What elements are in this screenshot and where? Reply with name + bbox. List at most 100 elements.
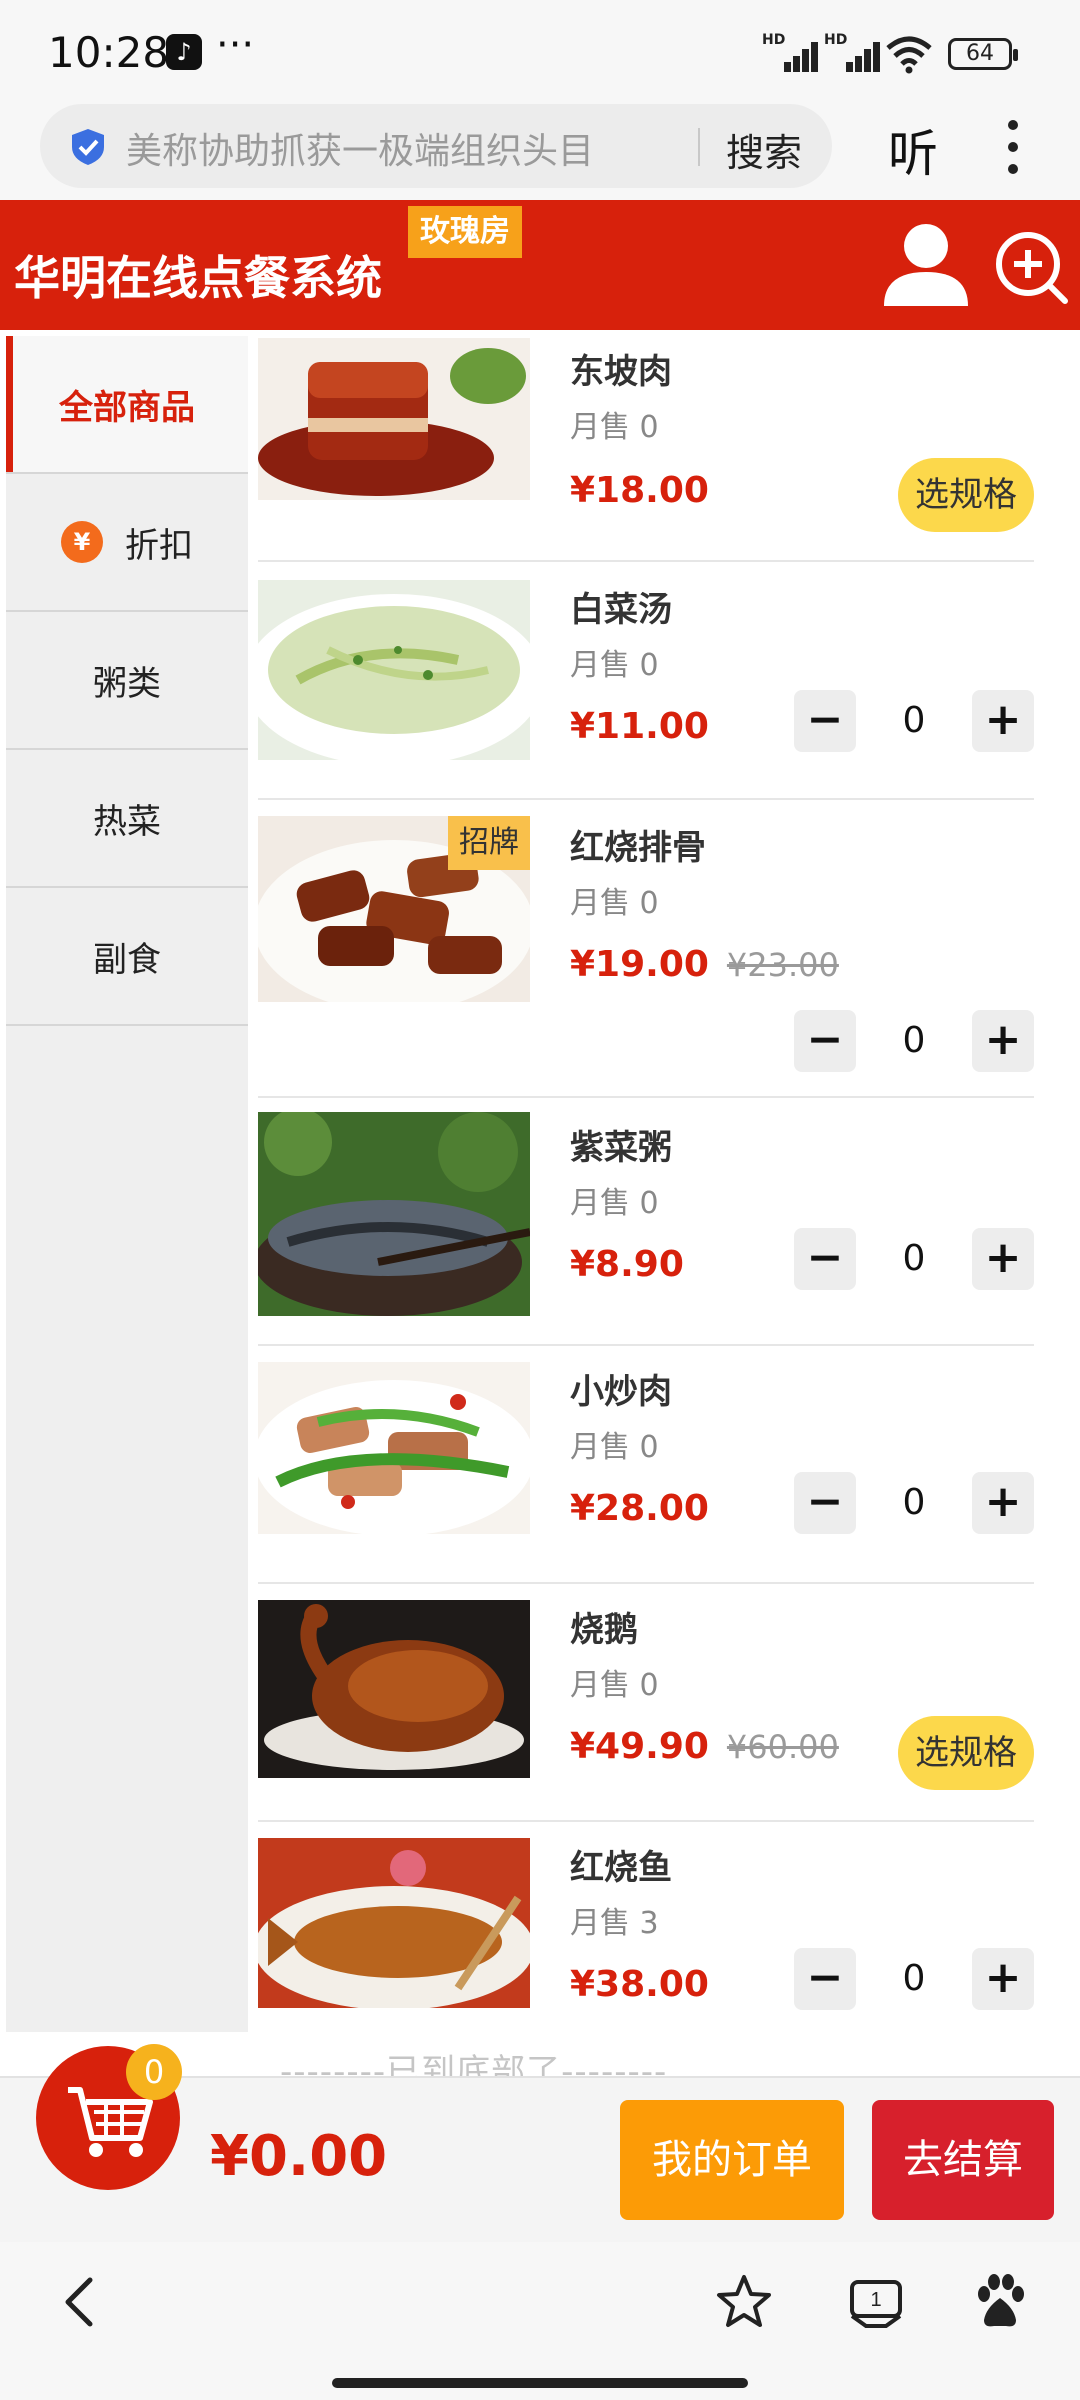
original-price: ¥60.00	[726, 1728, 839, 1766]
address-divider	[698, 128, 700, 166]
product-item: 紫菜粥 月售 0 ¥8.90 − 0 +	[258, 1098, 1034, 1346]
search-button[interactable]: 搜索	[726, 122, 802, 177]
product-price-value: ¥49.90	[570, 1726, 709, 1767]
tabs-icon[interactable]: 1	[846, 2272, 906, 2332]
increase-button[interactable]: +	[972, 1010, 1034, 1072]
user-icon[interactable]	[882, 222, 970, 306]
quantity-stepper: − 0 +	[794, 1228, 1034, 1290]
product-name: 烧鹅	[570, 1610, 638, 1650]
product-monthly-sales: 月售 0	[570, 410, 659, 445]
select-spec-button[interactable]: 选规格	[898, 458, 1034, 532]
decrease-button[interactable]: −	[794, 1228, 856, 1290]
product-monthly-sales: 月售 0	[570, 648, 659, 683]
category-side-dishes[interactable]: 副食	[6, 888, 248, 1026]
increase-button[interactable]: +	[972, 1948, 1034, 2010]
category-discount[interactable]: ¥ 折扣	[6, 474, 248, 612]
room-badge: 玫瑰房	[408, 206, 522, 258]
home-indicator[interactable]	[332, 2378, 748, 2388]
product-item: 红烧鱼 月售 3 ¥38.00 − 0 +	[258, 1822, 1034, 2032]
status-more-icon: ···	[216, 22, 255, 68]
product-monthly-sales: 月售 0	[570, 1186, 659, 1221]
product-item: 东坡肉 月售 0 ¥18.00 选规格	[258, 336, 1034, 562]
decrease-button[interactable]: −	[794, 1472, 856, 1534]
signal-hd-label: HD	[762, 32, 786, 48]
quantity-value: 0	[902, 1020, 926, 1061]
app-header: 华明在线点餐系统 玫瑰房	[0, 200, 1080, 330]
status-bar: 10:28 ♪ ··· HD HD 64	[0, 0, 1080, 100]
svg-text:1: 1	[870, 2289, 881, 2311]
quantity-stepper: − 0 +	[794, 1010, 1034, 1072]
quantity-stepper: − 0 +	[794, 690, 1034, 752]
product-price: ¥28.00	[570, 1488, 709, 1529]
app-title: 华明在线点餐系统	[14, 251, 382, 305]
category-porridge[interactable]: 粥类	[6, 612, 248, 750]
product-item: 烧鹅 月售 0 ¥49.90 ¥60.00 选规格	[258, 1584, 1034, 1822]
wifi-icon	[886, 36, 932, 74]
product-name: 小炒肉	[570, 1372, 672, 1412]
discount-icon: ¥	[61, 521, 103, 563]
cart-count-badge: 0	[126, 2044, 182, 2100]
browser-bottom-nav: 1	[0, 2242, 1080, 2400]
decrease-button[interactable]: −	[794, 1010, 856, 1072]
category-label: 副食	[93, 939, 161, 980]
product-price: ¥8.90	[570, 1244, 684, 1285]
quantity-value: 0	[902, 1238, 926, 1279]
product-name: 白菜汤	[570, 590, 672, 630]
product-name: 紫菜粥	[570, 1128, 672, 1168]
product-monthly-sales: 月售 3	[570, 1906, 659, 1941]
product-image[interactable]	[258, 1112, 530, 1316]
category-label: 全部商品	[59, 387, 195, 428]
product-price: ¥11.00	[570, 706, 709, 747]
quantity-value: 0	[902, 1958, 926, 1999]
signal-icon: HD	[762, 32, 818, 72]
product-image[interactable]	[258, 1600, 530, 1778]
star-icon[interactable]	[714, 2272, 774, 2332]
increase-button[interactable]: +	[972, 1228, 1034, 1290]
category-all[interactable]: 全部商品	[6, 336, 248, 474]
baidu-paw-icon[interactable]	[970, 2272, 1030, 2332]
category-hot-dishes[interactable]: 热菜	[6, 750, 248, 888]
signature-badge: 招牌	[448, 816, 530, 870]
product-item: 小炒肉 月售 0 ¥28.00 − 0 +	[258, 1346, 1034, 1584]
battery-level: 64	[966, 41, 994, 66]
product-image[interactable]	[258, 338, 530, 500]
product-price: ¥49.90 ¥60.00	[570, 1726, 839, 1767]
category-label: 粥类	[93, 663, 161, 704]
address-text: 美称协助抓获一极端组织头目	[126, 131, 595, 172]
browser-bar: 美称协助抓获一极端组织头目 搜索 听	[0, 100, 1080, 200]
my-orders-button[interactable]: 我的订单	[620, 2100, 844, 2220]
signal-hd-label: HD	[824, 32, 848, 48]
product-name: 红烧排骨	[570, 828, 706, 868]
product-name: 东坡肉	[570, 352, 672, 392]
shield-icon	[72, 129, 104, 165]
battery-icon: 64	[948, 38, 1018, 70]
product-monthly-sales: 月售 0	[570, 1430, 659, 1465]
address-bar[interactable]: 美称协助抓获一极端组织头目 搜索	[40, 104, 832, 188]
product-price-value: ¥19.00	[570, 944, 709, 985]
quantity-stepper: − 0 +	[794, 1948, 1034, 2010]
product-list: 东坡肉 月售 0 ¥18.00 选规格 白菜汤 月售 0 ¥11.00 − 0 …	[258, 336, 1034, 2032]
product-price: ¥18.00	[570, 470, 709, 511]
category-sidebar: 全部商品 ¥ 折扣 粥类 热菜 副食	[6, 336, 248, 2032]
menu-more-icon[interactable]	[1006, 120, 1020, 176]
category-label: 热菜	[93, 801, 161, 842]
product-image[interactable]	[258, 1838, 530, 2008]
product-image[interactable]	[258, 580, 530, 760]
product-image[interactable]	[258, 1362, 530, 1534]
product-monthly-sales: 月售 0	[570, 886, 659, 921]
add-circle-icon[interactable]	[994, 230, 1068, 304]
decrease-button[interactable]: −	[794, 1948, 856, 2010]
product-item: 白菜汤 月售 0 ¥11.00 − 0 +	[258, 562, 1034, 800]
decrease-button[interactable]: −	[794, 690, 856, 752]
increase-button[interactable]: +	[972, 690, 1034, 752]
listen-button[interactable]: 听	[888, 114, 938, 186]
signal-icon: HD	[824, 32, 880, 72]
product-price: ¥19.00 ¥23.00	[570, 944, 839, 985]
back-icon[interactable]	[50, 2272, 110, 2332]
select-spec-button[interactable]: 选规格	[898, 1716, 1034, 1790]
product-item: 招牌 红烧排骨 月售 0 ¥19.00 ¥23.00 − 0 +	[258, 800, 1034, 1098]
checkout-button[interactable]: 去结算	[872, 2100, 1054, 2220]
cart-total: ¥0.00	[210, 2124, 388, 2189]
product-price: ¥38.00	[570, 1964, 709, 2005]
increase-button[interactable]: +	[972, 1472, 1034, 1534]
